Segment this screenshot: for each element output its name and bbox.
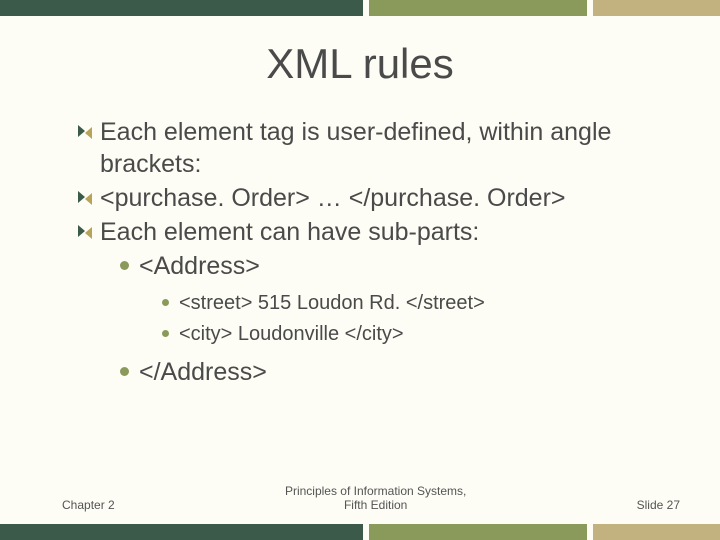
top-accent-bar — [0, 0, 720, 16]
sub-sub-bullet-text: <city> Loudonville </city> — [179, 321, 404, 348]
sub-bullet-item: </Address> — [120, 356, 670, 388]
sub-sub-bullet-item: <street> 515 Loudon Rd. </street> — [162, 290, 670, 317]
bullet-text: Each element tag is user-defined, within… — [100, 116, 670, 180]
dot-bullet-icon — [120, 261, 129, 270]
sub-bullet-text: </Address> — [139, 356, 267, 388]
bullet-text: <purchase. Order> … </purchase. Order> — [100, 182, 566, 214]
sub-bullet-item: <Address> — [120, 250, 670, 282]
dot-bullet-icon — [162, 330, 169, 337]
bullet-item: Each element tag is user-defined, within… — [78, 116, 670, 180]
triangle-bullet-icon — [78, 225, 92, 239]
footer-chapter: Chapter 2 — [62, 498, 115, 512]
slide-body: Each element tag is user-defined, within… — [78, 116, 670, 388]
slide-title: XML rules — [0, 40, 720, 88]
sub-bullet-text: <Address> — [139, 250, 260, 282]
bottom-accent-bar — [0, 524, 720, 540]
footer-book-title: Principles of Information Systems, Fifth… — [115, 484, 637, 512]
sub-list: <Address> <street> 515 Loudon Rd. </stre… — [120, 250, 670, 388]
sub-sub-bullet-text: <street> 515 Loudon Rd. </street> — [179, 290, 485, 317]
bullet-text: Each element can have sub-parts: — [100, 216, 479, 248]
bullet-item: <purchase. Order> … </purchase. Order> — [78, 182, 670, 214]
slide-footer: Chapter 2 Principles of Information Syst… — [0, 484, 720, 540]
sub-sub-bullet-item: <city> Loudonville </city> — [162, 321, 670, 348]
triangle-bullet-icon — [78, 191, 92, 205]
bullet-item: Each element can have sub-parts: — [78, 216, 670, 248]
dot-bullet-icon — [120, 367, 129, 376]
triangle-bullet-icon — [78, 125, 92, 139]
footer-slide-number: Slide 27 — [637, 498, 680, 512]
sub-sub-list: <street> 515 Loudon Rd. </street> <city>… — [162, 290, 670, 348]
dot-bullet-icon — [162, 299, 169, 306]
